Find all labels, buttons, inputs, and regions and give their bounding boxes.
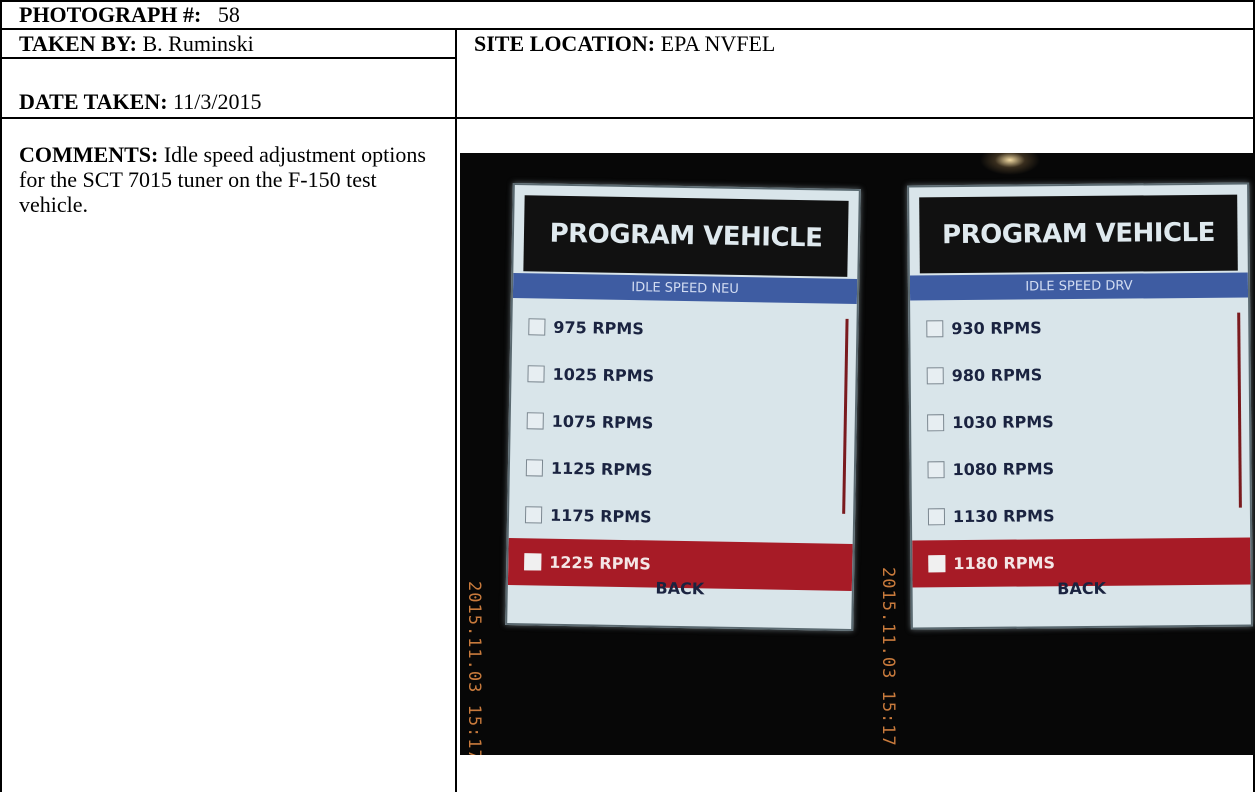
tuner-screen-right: PROGRAM VEHICLE IDLE SPEED DRV 930 RPMS …	[907, 182, 1253, 630]
site-location: SITE LOCATION: EPA NVFEL	[474, 31, 775, 56]
option-item[interactable]: 1030 RPMS	[923, 397, 1229, 447]
date-taken-value: 11/3/2015	[173, 89, 262, 114]
option-label: 1175 RPMS	[549, 505, 652, 527]
option-label: 1080 RPMS	[952, 459, 1055, 480]
comments-label: COMMENTS:	[19, 142, 159, 167]
site-location-label: SITE LOCATION:	[474, 31, 656, 56]
date-stamp-left: 2015.11.03 15:17	[464, 581, 484, 755]
back-button[interactable]: BACK	[913, 578, 1251, 600]
option-list: 930 RPMS 980 RPMS 1030 RPMS 1080 RPMS 11…	[912, 303, 1251, 588]
comments: COMMENTS: Idle speed adjustment options …	[19, 142, 439, 217]
option-label: 1225 RPMS	[549, 552, 652, 574]
scrollbar	[1237, 312, 1242, 508]
option-item[interactable]: 1075 RPMS	[522, 397, 835, 449]
option-item[interactable]: 1125 RPMS	[522, 444, 835, 496]
tuner-photograph: PROGRAM VEHICLE IDLE SPEED NEU 975 RPMS …	[460, 153, 1255, 755]
scrollbar	[842, 318, 849, 514]
option-item[interactable]: 1175 RPMS	[521, 491, 834, 543]
photograph-number: PHOTOGRAPH #: 58	[19, 2, 240, 27]
photograph-number-value: 58	[217, 2, 240, 27]
option-label: 1130 RPMS	[952, 506, 1055, 527]
checkbox-icon	[525, 459, 544, 477]
checkbox-icon	[524, 553, 542, 571]
row-divider-1	[0, 28, 1255, 30]
option-item[interactable]: 980 RPMS	[923, 350, 1229, 400]
column-divider	[455, 28, 457, 792]
checkbox-icon	[927, 508, 946, 526]
checkbox-icon	[526, 412, 544, 430]
option-label: 930 RPMS	[951, 318, 1042, 339]
screen-title: PROGRAM VEHICLE	[919, 194, 1238, 274]
option-item[interactable]: 1130 RPMS	[924, 491, 1230, 541]
option-list: 975 RPMS 1025 RPMS 1075 RPMS 1125 RPMS 1…	[507, 303, 853, 591]
photograph-label: PHOTOGRAPH #:	[19, 2, 202, 27]
screen-subtitle: IDLE SPEED DRV	[909, 272, 1249, 301]
tuner-screen-left: PROGRAM VEHICLE IDLE SPEED NEU 975 RPMS …	[505, 182, 861, 632]
row-divider-2	[0, 57, 455, 59]
checkbox-icon	[926, 320, 944, 338]
option-label: 1125 RPMS	[550, 458, 653, 480]
taken-by: TAKEN BY: B. Ruminski	[19, 31, 254, 56]
option-item[interactable]: 975 RPMS	[524, 303, 837, 355]
checkbox-icon	[524, 506, 543, 524]
row-divider-3	[0, 117, 1255, 119]
date-taken-label: DATE TAKEN:	[19, 89, 168, 114]
option-label: 1030 RPMS	[952, 412, 1054, 433]
option-label: 1075 RPMS	[551, 411, 654, 433]
option-label: 1025 RPMS	[552, 364, 655, 386]
checkbox-icon	[927, 414, 945, 432]
light-glare	[980, 153, 1040, 175]
taken-by-value: B. Ruminski	[142, 31, 254, 56]
date-taken: DATE TAKEN: 11/3/2015	[19, 89, 261, 114]
site-location-value: EPA NVFEL	[660, 31, 776, 56]
screen-subtitle: IDLE SPEED NEU	[512, 273, 858, 305]
option-label: 975 RPMS	[553, 317, 644, 339]
option-item[interactable]: 1025 RPMS	[523, 350, 836, 402]
checkbox-icon	[928, 555, 946, 573]
checkbox-icon	[528, 318, 546, 336]
option-label: 1180 RPMS	[953, 553, 1056, 574]
option-label: 980 RPMS	[951, 365, 1043, 386]
date-stamp-right: 2015.11.03 15:17	[878, 567, 898, 747]
checkbox-icon	[926, 367, 944, 385]
taken-by-label: TAKEN BY:	[19, 31, 137, 56]
option-item[interactable]: 930 RPMS	[922, 303, 1228, 353]
screen-title: PROGRAM VEHICLE	[523, 195, 849, 277]
option-item[interactable]: 1080 RPMS	[923, 444, 1229, 494]
checkbox-icon	[927, 461, 945, 479]
checkbox-icon	[527, 365, 545, 383]
